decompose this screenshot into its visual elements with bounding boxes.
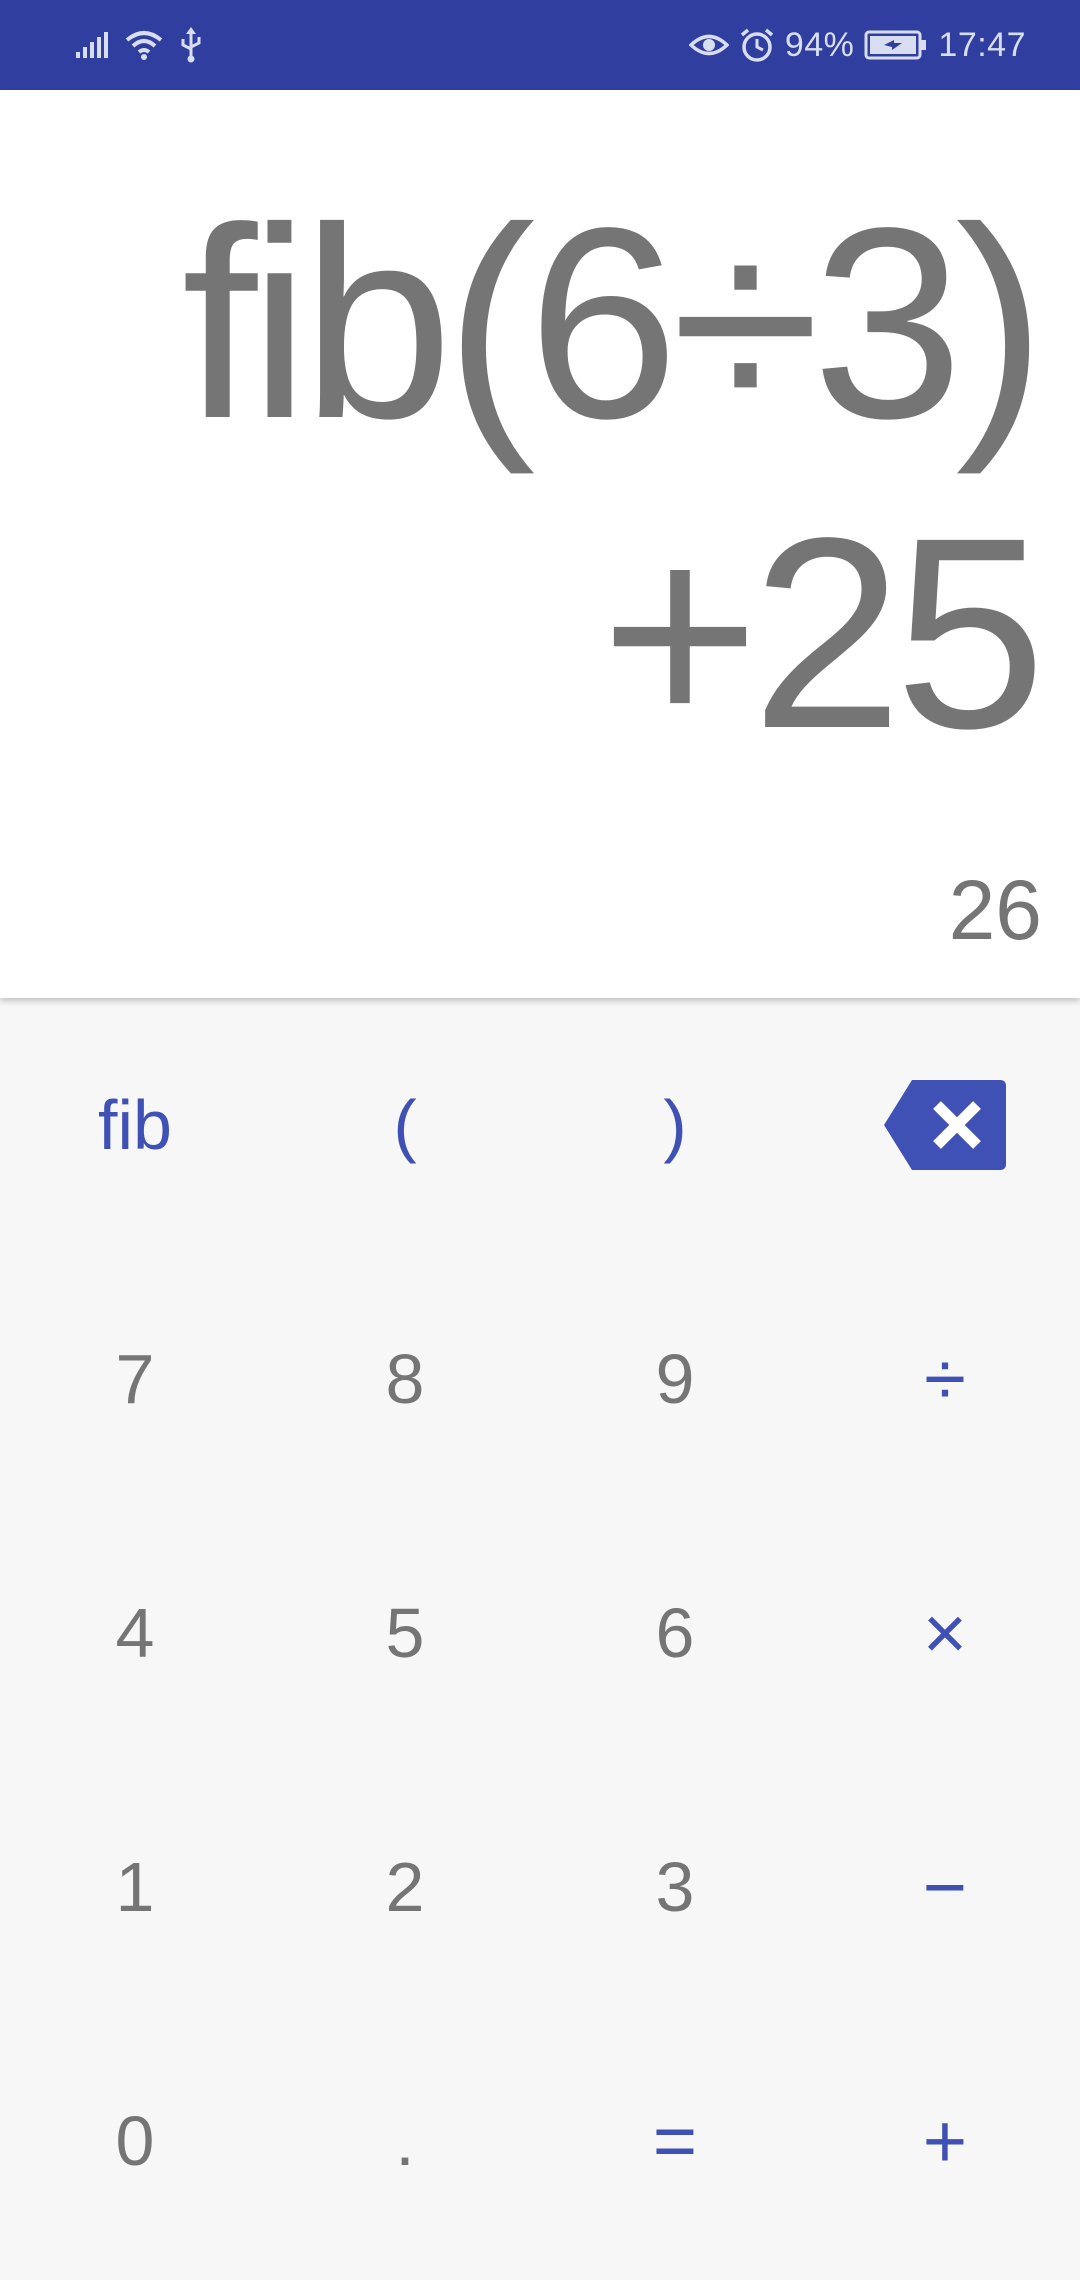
plus-label: + (922, 2098, 968, 2184)
close-paren-label: ) (663, 1086, 687, 1164)
backspace-icon (882, 1078, 1008, 1172)
alarm-icon (739, 27, 775, 63)
multiply-button[interactable]: × (810, 1506, 1080, 1760)
digit-2-label: 2 (385, 1848, 425, 1926)
digit-9-button[interactable]: 9 (540, 1252, 810, 1506)
formula-text[interactable]: fib(6÷3) +25 (78, 168, 1046, 788)
clock: 17:47 (938, 25, 1026, 64)
digit-3-label: 3 (655, 1848, 695, 1926)
digit-9-label: 9 (655, 1340, 695, 1418)
digit-6-label: 6 (655, 1594, 695, 1672)
digit-1-button[interactable]: 1 (0, 1760, 270, 2014)
digit-7-label: 7 (115, 1340, 155, 1418)
calculator-display: fib(6÷3) +25 26 (0, 90, 1080, 998)
fib-button[interactable]: fib (0, 998, 270, 1252)
digit-8-button[interactable]: 8 (270, 1252, 540, 1506)
digit-5-label: 5 (385, 1594, 425, 1672)
keypad: fib ( ) 7 8 9 ÷ 4 5 6 × 1 2 3 − 0 . = + (0, 998, 1080, 2280)
digit-1-label: 1 (115, 1848, 155, 1926)
decimal-point-label: . (395, 2102, 415, 2180)
divide-label: ÷ (924, 1336, 966, 1422)
digit-5-button[interactable]: 5 (270, 1506, 540, 1760)
plus-button[interactable]: + (810, 2014, 1080, 2268)
equals-label: = (652, 2098, 698, 2184)
equals-button[interactable]: = (540, 2014, 810, 2268)
digit-6-button[interactable]: 6 (540, 1506, 810, 1760)
calculator-app: 94% 17:47 fib(6÷3) +25 26 fib () 7 8 9 … (0, 0, 1080, 2280)
status-right: 94% 17:47 (688, 0, 1026, 90)
status-left (74, 0, 204, 90)
digit-2-button[interactable]: 2 (270, 1760, 540, 2014)
battery-percent: 94% (784, 25, 855, 64)
open-paren-button[interactable]: ( (270, 998, 540, 1252)
digit-8-label: 8 (385, 1340, 425, 1418)
fib-label: fib (98, 1086, 172, 1164)
digit-4-label: 4 (115, 1594, 155, 1672)
decimal-point-button[interactable]: . (270, 2014, 540, 2268)
digit-3-button[interactable]: 3 (540, 1760, 810, 2014)
formula-line-1: fib(6÷3) (181, 171, 1046, 475)
status-bar: 94% 17:47 (0, 0, 1080, 90)
digit-7-button[interactable]: 7 (0, 1252, 270, 1506)
open-paren-label: ( (393, 1086, 417, 1164)
digit-0-button[interactable]: 0 (0, 2014, 270, 2268)
result-text: 26 (948, 863, 1042, 957)
multiply-label: × (922, 1590, 968, 1676)
delete-button[interactable] (810, 998, 1080, 1252)
minus-label: − (922, 1844, 968, 1930)
eye-comfort-icon (688, 30, 729, 60)
divide-button[interactable]: ÷ (810, 1252, 1080, 1506)
digit-4-button[interactable]: 4 (0, 1506, 270, 1760)
battery-charging-icon (864, 29, 928, 61)
wifi-icon (124, 29, 164, 61)
signal-icon (74, 30, 110, 60)
usb-icon (178, 27, 204, 63)
minus-button[interactable]: − (810, 1760, 1080, 2014)
formula-line-2: +25 (600, 481, 1046, 785)
close-paren-button[interactable]: ) (540, 998, 810, 1252)
digit-0-label: 0 (115, 2102, 155, 2180)
